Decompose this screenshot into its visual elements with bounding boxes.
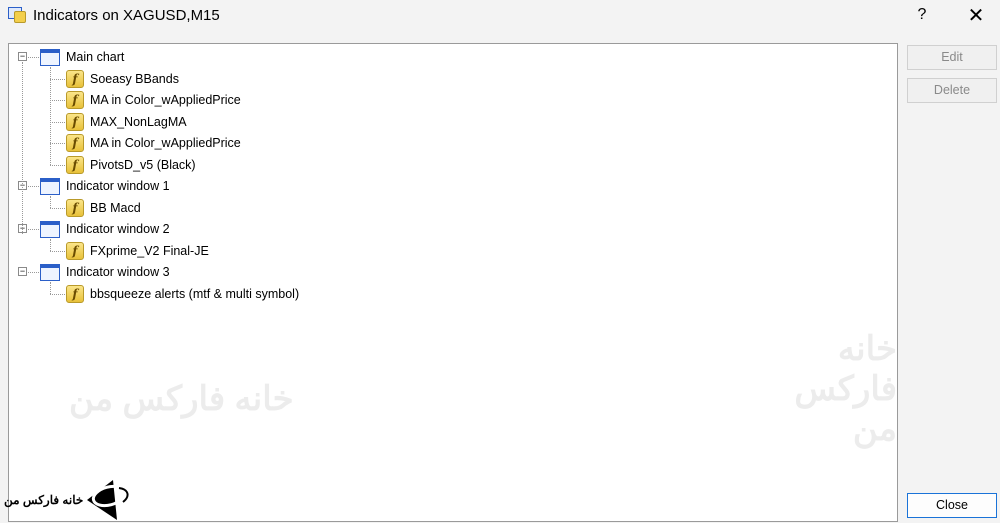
tree-line	[28, 57, 39, 58]
tree-line	[50, 100, 65, 101]
indicator-icon: f	[66, 155, 84, 174]
tree-node-indicator-window-3[interactable]: Indicator window 3	[40, 262, 170, 282]
indicator-label: MA in Color_wAppliedPrice	[90, 136, 241, 150]
delete-button[interactable]: Delete	[907, 78, 997, 103]
logo-text: خانه فارکس من	[4, 493, 84, 507]
node-label: Indicator window 2	[66, 222, 170, 236]
tree-line	[50, 164, 65, 166]
indicator-icon: f	[66, 241, 84, 260]
help-button[interactable]: ?	[912, 6, 932, 24]
indicator-tree[interactable]: خانه فارکس من خانه فارکس من Main chart − f…	[8, 43, 898, 522]
tree-line	[50, 67, 51, 165]
node-label: Indicator window 3	[66, 265, 170, 279]
indicator-icon: f	[66, 112, 84, 131]
chart-window-icon	[40, 177, 60, 195]
tree-item-indicator[interactable]: f BB Macd	[66, 198, 141, 218]
tree-line	[50, 207, 65, 209]
window-title: Indicators on XAGUSD,M15	[33, 7, 220, 24]
chart-window-icon	[40, 220, 60, 238]
logo: خانه فارکس من	[4, 478, 133, 522]
indicator-label: BB Macd	[90, 200, 141, 215]
indicator-icon: f	[66, 284, 84, 303]
tree-node-main-chart[interactable]: Main chart	[40, 47, 124, 67]
indicator-icon: f	[66, 69, 84, 88]
indicator-label: PivotsD_v5 (Black)	[90, 157, 196, 172]
chart-window-icon	[40, 263, 60, 281]
tree-line	[28, 229, 39, 230]
tree-line	[50, 293, 65, 295]
indicator-icon: f	[66, 198, 84, 217]
tree-line	[28, 186, 39, 187]
tree-line	[50, 239, 51, 251]
close-window-button[interactable]: ✕	[964, 3, 988, 28]
close-button[interactable]: Close	[907, 493, 997, 518]
indicators-app-icon	[8, 7, 26, 23]
collapse-toggle[interactable]: −	[18, 267, 27, 276]
tree-line	[50, 282, 51, 294]
indicator-icon: f	[66, 134, 84, 152]
tree-item-indicator[interactable]: f MAX_NonLagMA	[66, 112, 187, 132]
edit-button[interactable]: Edit	[907, 45, 997, 70]
tree-line	[22, 62, 23, 234]
tree-line	[50, 196, 51, 208]
indicator-label: bbsqueeze alerts (mtf & multi symbol)	[90, 286, 300, 301]
title-bar: Indicators on XAGUSD,M15 ? ✕	[0, 0, 1000, 34]
watermark: خانه فارکس من	[794, 330, 897, 448]
tree-line	[28, 272, 39, 273]
tree-line	[50, 143, 65, 144]
indicator-label: MA in Color_wAppliedPrice	[90, 93, 241, 107]
tree-node-indicator-window-2[interactable]: Indicator window 2	[40, 219, 170, 239]
tree-item-indicator[interactable]: f MA in Color_wAppliedPrice	[66, 90, 241, 110]
tree-item-indicator[interactable]: f FXprime_V2 Final-JE	[66, 241, 209, 261]
tree-node-indicator-window-1[interactable]: Indicator window 1	[40, 176, 170, 196]
tree-item-indicator[interactable]: f Soeasy BBands	[66, 69, 179, 89]
tree-line	[50, 121, 65, 123]
tree-item-indicator[interactable]: f bbsqueeze alerts (mtf & multi symbol)	[66, 284, 299, 304]
node-label: Indicator window 1	[66, 179, 170, 193]
collapse-toggle[interactable]: −	[18, 52, 27, 61]
indicator-label: MAX_NonLagMA	[90, 114, 187, 129]
indicator-label: FXprime_V2 Final-JE	[90, 243, 209, 258]
logo-icon	[87, 480, 129, 520]
tree-item-indicator[interactable]: f MA in Color_wAppliedPrice	[66, 133, 241, 153]
tree-item-indicator[interactable]: f PivotsD_v5 (Black)	[66, 155, 196, 175]
indicator-icon: f	[66, 91, 84, 109]
tree-line	[50, 78, 65, 80]
watermark: خانه فارکس من	[69, 380, 294, 418]
node-label: Main chart	[66, 50, 125, 64]
tree-line	[50, 250, 65, 252]
indicator-label: Soeasy BBands	[90, 71, 179, 86]
chart-window-icon	[40, 48, 60, 66]
